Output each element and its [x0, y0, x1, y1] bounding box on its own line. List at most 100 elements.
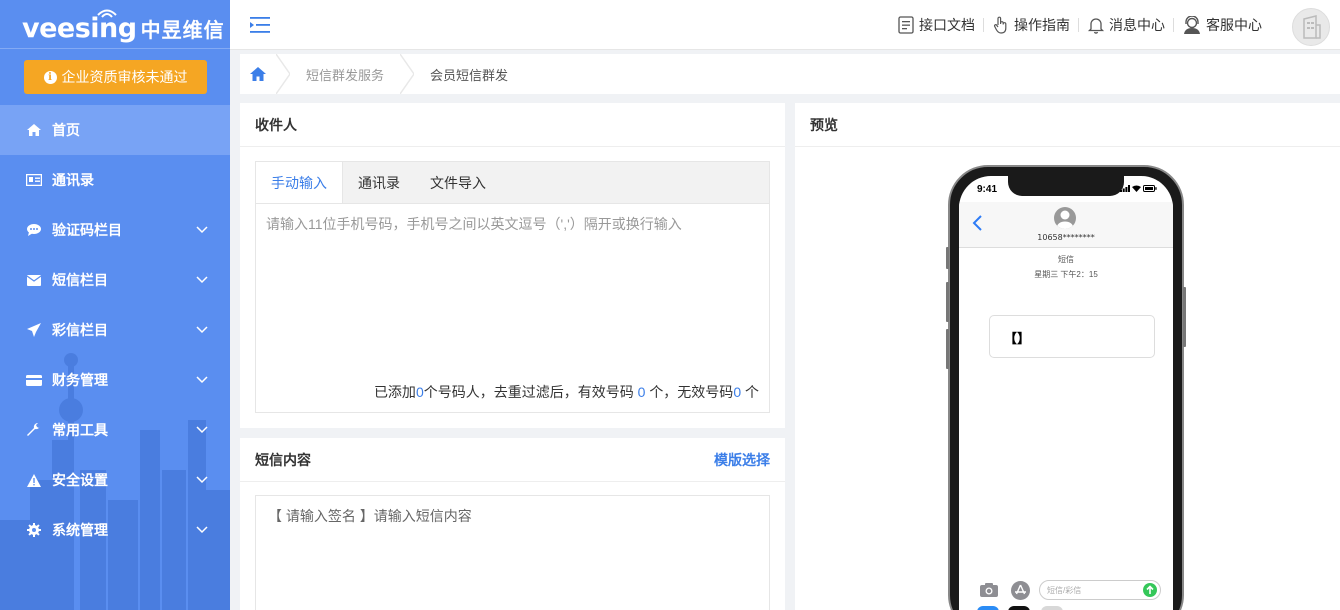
comment-icon — [26, 222, 42, 238]
sidebar-item-finance[interactable]: 财务管理 — [0, 355, 230, 405]
sidebar-item-tools[interactable]: 常用工具 — [0, 405, 230, 455]
message-input-row: 短信/彩信 — [959, 580, 1173, 602]
sidebar-item-verification-code[interactable]: 验证码栏目 — [0, 205, 230, 255]
support-link[interactable]: 客服中心 — [1174, 15, 1270, 35]
tab-contacts[interactable]: 通讯录 — [343, 162, 415, 203]
chevron-down-icon — [196, 276, 208, 284]
qualification-warning-button[interactable]: i 企业资质审核未通过 — [24, 60, 207, 94]
template-select-link[interactable]: 模版选择 — [714, 450, 770, 470]
guide-link[interactable]: 操作指南 — [984, 15, 1078, 35]
panel-title: 预览 — [810, 116, 838, 133]
count-suffix: 个 — [741, 384, 759, 400]
tab-file-import[interactable]: 文件导入 — [415, 162, 501, 203]
app-store-icon[interactable] — [977, 606, 999, 610]
sidebar: veesing 中昱维信 i 企业资质审核未通过 首页 通讯录 验证码栏目 短信… — [0, 0, 230, 610]
count-mid: 个号码人，去重过滤后，有效号码 — [423, 384, 634, 400]
customer-service-icon — [1184, 16, 1200, 34]
app-store-icon[interactable] — [1011, 581, 1030, 600]
contact-number: 10658******** — [1037, 233, 1095, 242]
phone-numbers-input[interactable] — [256, 204, 769, 372]
sidebar-item-label: 通讯录 — [52, 172, 94, 188]
sidebar-item-mms[interactable]: 彩信栏目 — [0, 305, 230, 355]
phone-side-button — [1183, 287, 1186, 347]
chevron-down-icon — [196, 376, 208, 384]
building-icon — [1303, 15, 1321, 39]
breadcrumb-home[interactable] — [240, 54, 276, 94]
wrench-icon — [26, 422, 42, 438]
messages-label: 消息中心 — [1109, 17, 1165, 33]
panel-title: 短信内容 — [255, 451, 311, 468]
phone-number-box: 已添加0个号码人，去重过滤后，有效号码 0 个，无效号码0 个 — [255, 203, 770, 413]
breadcrumb: 短信群发服务 会员短信群发 — [240, 54, 1340, 94]
credit-card-icon — [26, 372, 42, 388]
breadcrumb-parent[interactable]: 短信群发服务 — [290, 65, 400, 84]
cellular-signal-icon — [1120, 185, 1130, 192]
support-label: 客服中心 — [1206, 17, 1262, 33]
apple-music-icon[interactable] — [1008, 606, 1030, 610]
conversation-time: 星期三 下午2：15 — [1034, 270, 1098, 279]
document-icon — [898, 16, 914, 34]
sidebar-item-label: 首页 — [52, 122, 80, 138]
veesing-logo[interactable]: veesing 中昱维信 — [22, 9, 225, 46]
logo-text-cn: 中昱维信 — [140, 19, 225, 42]
bell-icon — [1087, 18, 1105, 34]
sms-content-box — [255, 495, 770, 610]
sidebar-item-contacts[interactable]: 通讯录 — [0, 155, 230, 205]
sidebar-item-label: 系统管理 — [52, 522, 108, 538]
logo-text-en: veesing — [22, 12, 137, 44]
recipient-tabs: 手动输入 通讯录 文件导入 — [255, 161, 770, 204]
hand-pointer-icon — [993, 16, 1007, 34]
envelope-icon — [26, 272, 42, 288]
more-apps-icon[interactable] — [1041, 606, 1063, 610]
send-button[interactable] — [1143, 583, 1157, 597]
address-card-icon — [26, 172, 42, 188]
sidebar-item-label: 彩信栏目 — [52, 322, 108, 338]
warning-icon — [26, 472, 42, 488]
message-bubble: 【】 — [989, 315, 1155, 358]
recipients-header: 收件人 — [240, 103, 785, 147]
preview-message-input[interactable]: 短信/彩信 — [1039, 580, 1161, 600]
chevron-down-icon — [196, 326, 208, 334]
message-header: 10658******** — [959, 202, 1173, 248]
status-icons — [1120, 185, 1157, 192]
phone-side-button — [946, 329, 949, 369]
number-count-summary: 已添加0个号码人，去重过滤后，有效号码 0 个，无效号码0 个 — [374, 382, 759, 402]
sidebar-item-security[interactable]: 安全设置 — [0, 455, 230, 505]
breadcrumb-separator — [276, 54, 290, 94]
sms-content-panel: 短信内容 模版选择 — [240, 438, 785, 610]
messages-link[interactable]: 消息中心 — [1079, 15, 1173, 35]
wifi-icon — [1132, 185, 1141, 192]
paper-plane-icon — [26, 322, 42, 338]
sidebar-item-sms[interactable]: 短信栏目 — [0, 255, 230, 305]
topbar: 接口文档 操作指南 消息中心 客服中心 — [230, 0, 1340, 50]
home-icon — [26, 122, 42, 138]
phone-side-button — [946, 247, 949, 269]
phone-notch — [1008, 176, 1124, 196]
camera-icon[interactable] — [979, 582, 999, 598]
conversation-type: 短信 — [1058, 255, 1074, 264]
sidebar-toggle-icon[interactable] — [250, 16, 270, 34]
sidebar-menu: 首页 通讯录 验证码栏目 短信栏目 彩信栏目 财务管理 常用工具 安全设置 系统… — [0, 105, 230, 555]
sidebar-item-label: 安全设置 — [52, 472, 108, 488]
panel-title: 收件人 — [255, 116, 297, 133]
qualification-warning-label: 企业资质审核未通过 — [61, 69, 188, 85]
info-icon: i — [43, 70, 57, 84]
chevron-down-icon — [196, 226, 208, 234]
api-docs-link[interactable]: 接口文档 — [889, 15, 983, 35]
phone-side-button — [946, 282, 949, 322]
chevron-down-icon — [196, 476, 208, 484]
chevron-down-icon — [196, 426, 208, 434]
count-mid2: 个，无效号码 — [649, 384, 734, 400]
preview-panel: 预览 9:41 10658******** 短信 星期三 下午2：15 【】 短… — [795, 103, 1340, 610]
sidebar-item-system[interactable]: 系统管理 — [0, 505, 230, 555]
tab-manual-input[interactable]: 手动输入 — [256, 162, 343, 204]
sms-content-input[interactable] — [256, 496, 769, 610]
logo-divider — [0, 48, 230, 49]
sidebar-item-label: 财务管理 — [52, 372, 108, 388]
chevron-down-icon — [196, 526, 208, 534]
user-avatar[interactable] — [1292, 8, 1330, 46]
contact-avatar — [1054, 207, 1076, 229]
app-drawer — [959, 606, 1173, 610]
back-chevron-icon[interactable] — [971, 214, 983, 232]
sidebar-item-home[interactable]: 首页 — [0, 105, 230, 155]
